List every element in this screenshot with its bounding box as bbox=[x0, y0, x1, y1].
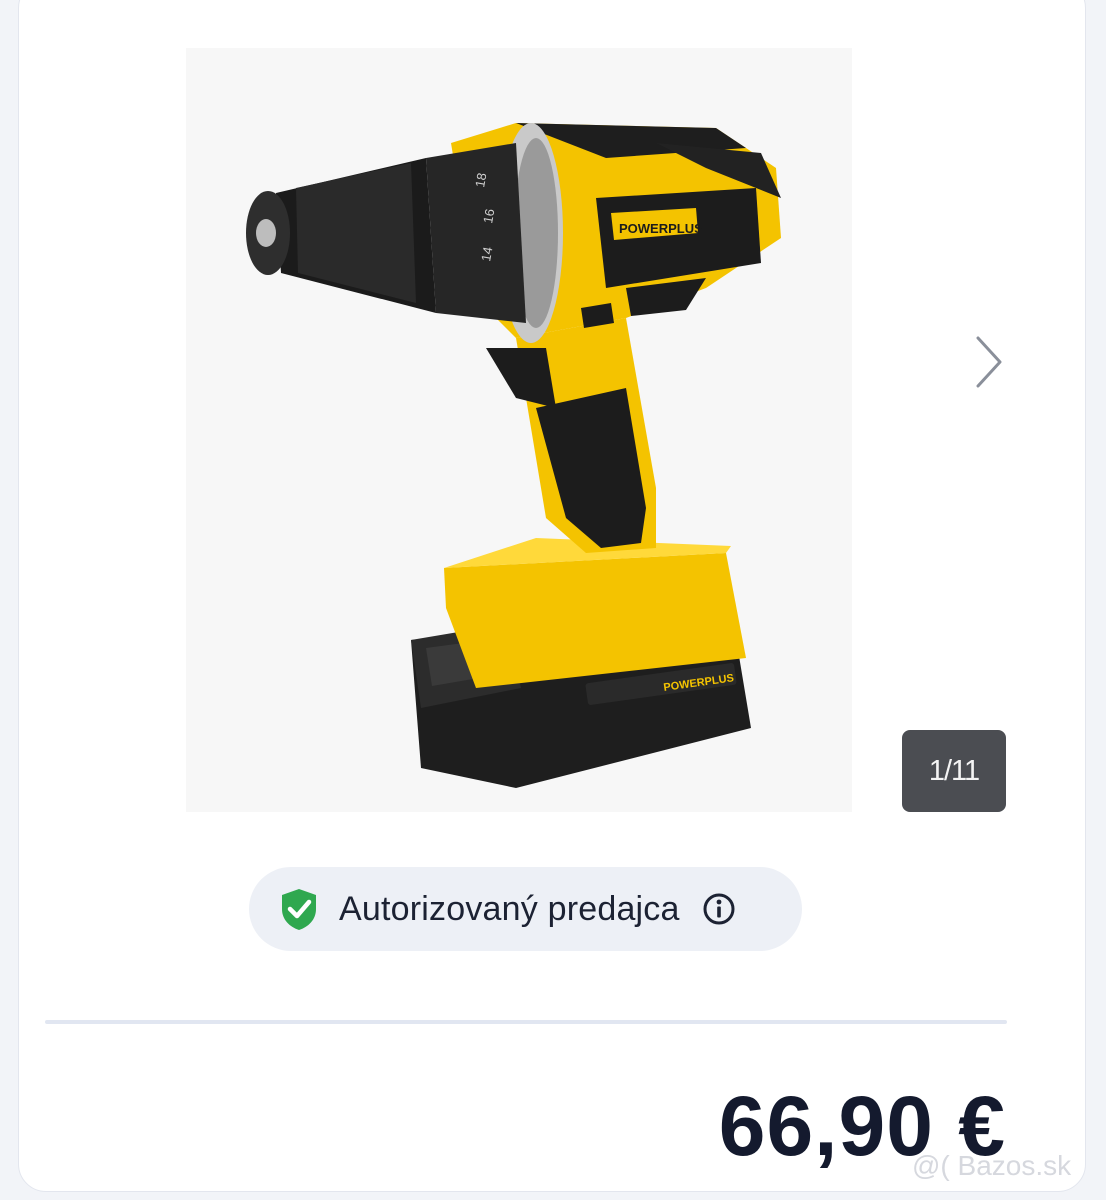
svg-text:16: 16 bbox=[480, 208, 497, 225]
svg-text:18: 18 bbox=[472, 172, 489, 189]
product-image[interactable]: POWERPLUS POWERPLUS 18 16 14 bbox=[186, 48, 852, 812]
section-divider bbox=[45, 1020, 1007, 1024]
chevron-right-icon[interactable] bbox=[962, 330, 1012, 394]
info-icon[interactable] bbox=[702, 892, 736, 926]
authorized-seller-badge[interactable]: Autorizovaný predajca bbox=[249, 867, 802, 951]
tool-brand-text: POWERPLUS bbox=[619, 221, 703, 236]
badge-label: Autorizovaný predajca bbox=[339, 889, 680, 928]
watermark: @( Bazos.sk bbox=[912, 1150, 1072, 1181]
shield-check-icon bbox=[282, 889, 316, 930]
image-counter: 1/11 bbox=[902, 730, 1006, 812]
svg-text:14: 14 bbox=[478, 246, 495, 263]
